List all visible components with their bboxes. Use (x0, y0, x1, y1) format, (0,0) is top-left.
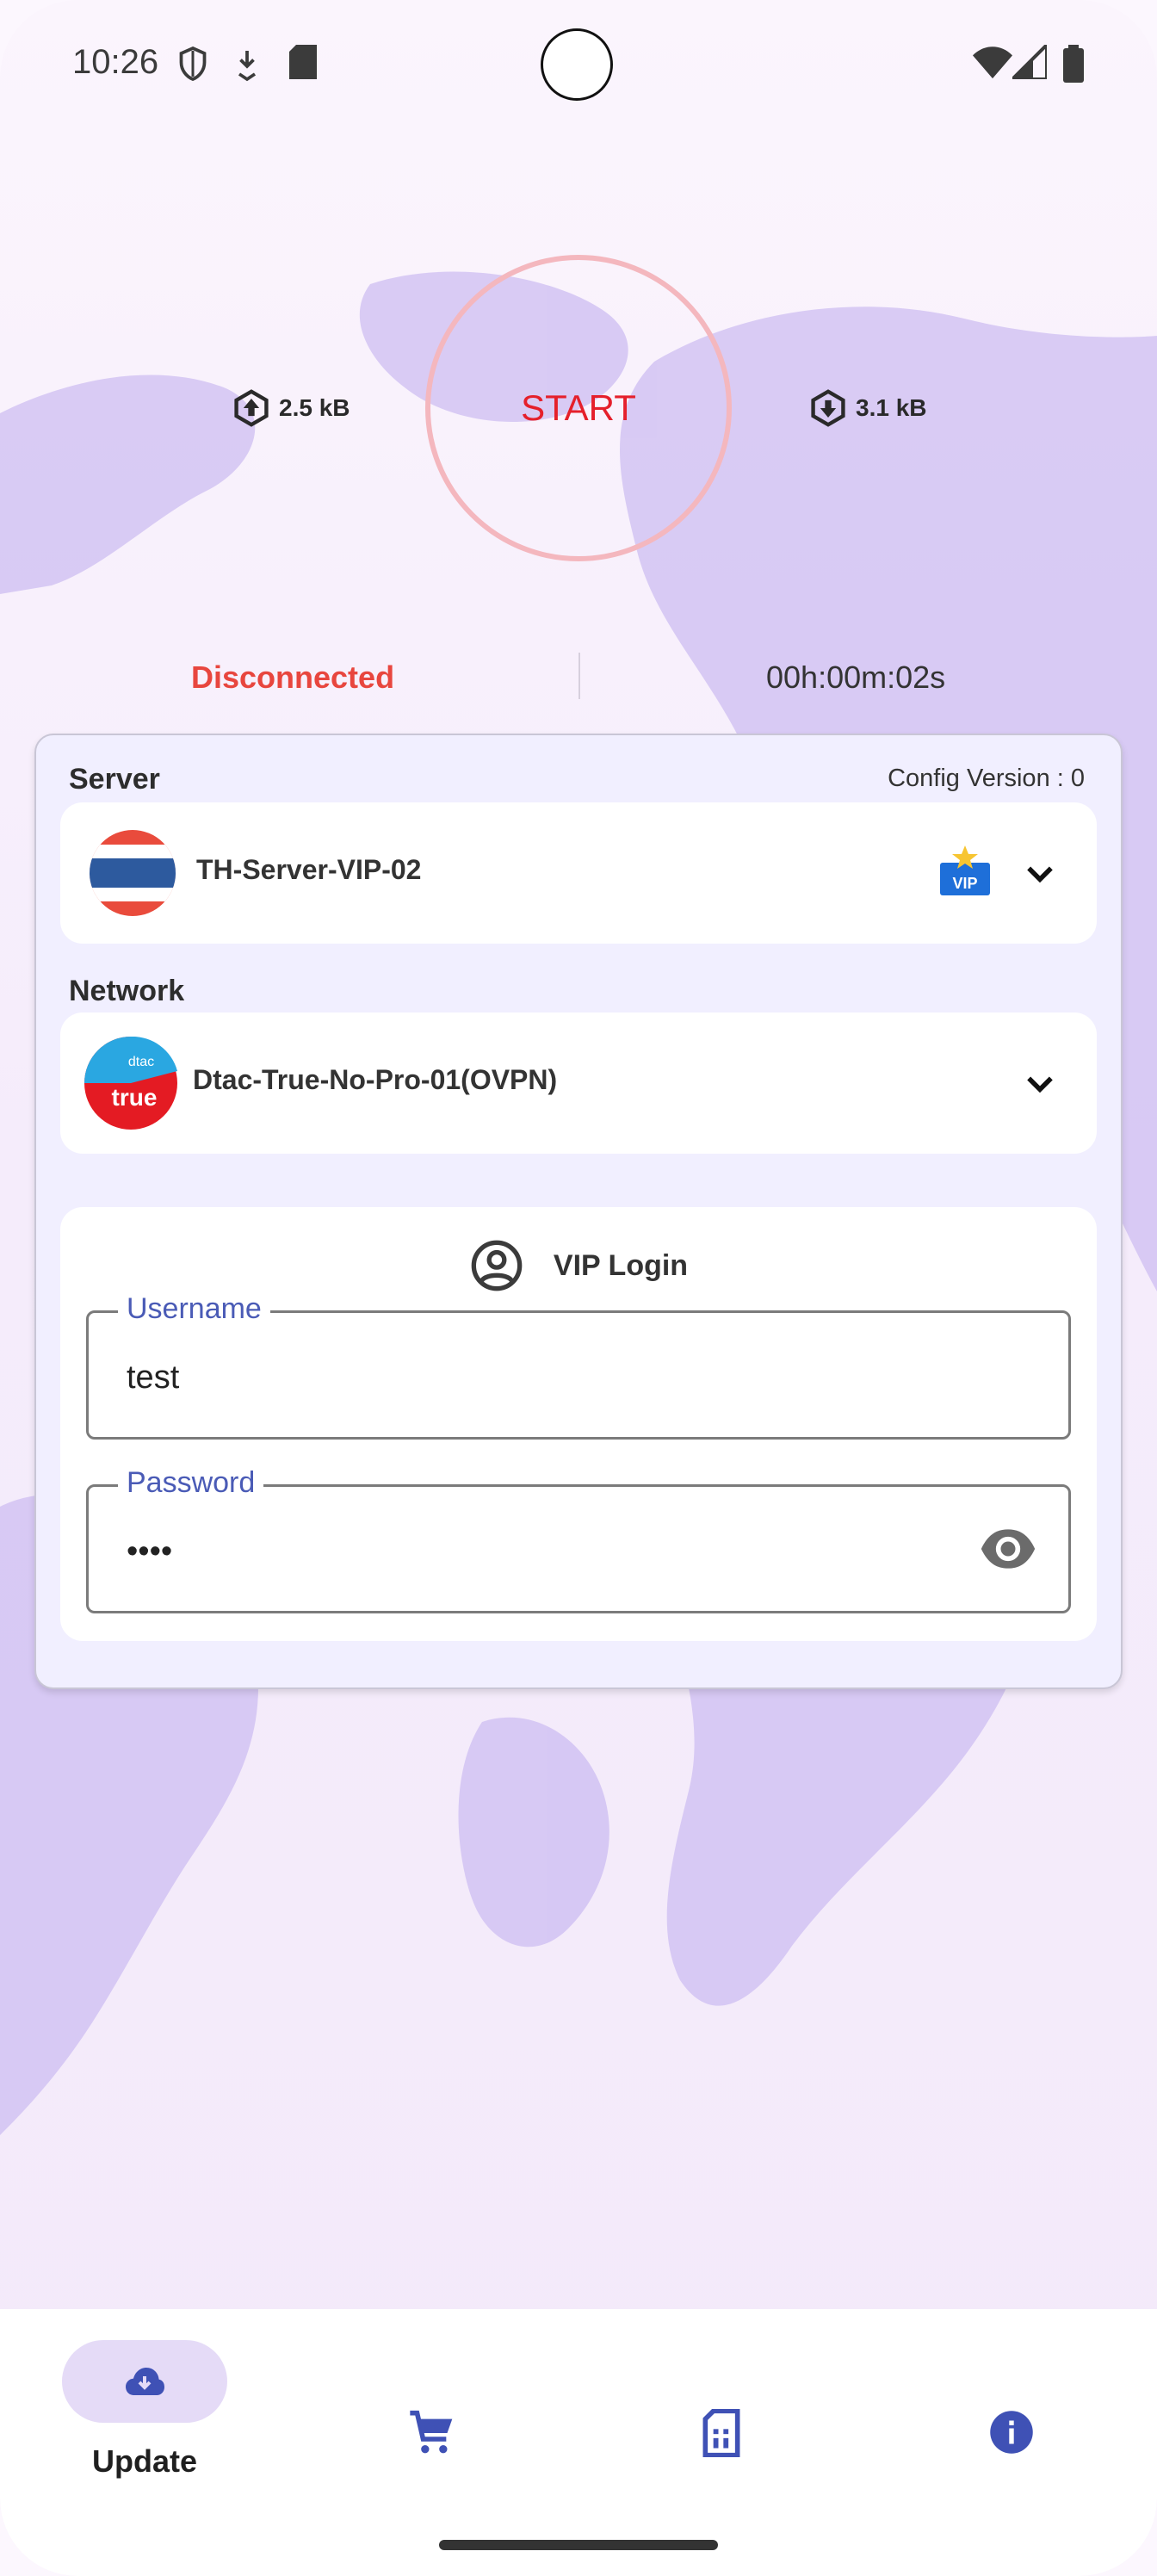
server-selector[interactable]: TH-Server-VIP-02 VIP (60, 802, 1097, 944)
upload-stat: 2.5 kB (232, 389, 350, 427)
dtac-logo-text: dtac (128, 1055, 154, 1069)
download-icon (811, 389, 845, 427)
network-selector[interactable]: dtac true Dtac-True-No-Pro-01(OVPN) (60, 1012, 1097, 1154)
home-indicator[interactable] (439, 2540, 718, 2550)
vip-login-title: VIP Login (553, 1248, 689, 1282)
start-label: START (521, 387, 636, 428)
true-logo-text: true (112, 1084, 158, 1111)
bottom-navigation: Update (0, 2309, 1157, 2576)
sd-card-icon (289, 45, 317, 79)
download-stat: 3.1 kB (809, 389, 927, 427)
network-chevron-down-icon[interactable] (1021, 1064, 1059, 1102)
app-screen: 10:26 2.5 kB START 3.1 kB Disconnected 0… (0, 0, 1157, 2576)
status-time: 10:26 (72, 43, 159, 81)
config-card: Server Config Version : 0 TH-Server-VIP-… (34, 734, 1123, 1689)
vip-login-header: VIP Login (60, 1238, 1097, 1293)
upload-value: 2.5 kB (279, 394, 350, 421)
vip-badge-text: VIP (952, 875, 977, 892)
visibility-eye-icon[interactable] (979, 1526, 1037, 1571)
battery-icon (1063, 45, 1084, 83)
wifi-icon (973, 46, 1012, 79)
nav-update-label: Update (91, 2443, 197, 2479)
server-name: TH-Server-VIP-02 (196, 854, 422, 885)
download-value: 3.1 kB (856, 394, 927, 421)
sim-card-icon[interactable] (699, 2409, 744, 2457)
nav-update-pill (62, 2340, 227, 2423)
connection-status-row: Disconnected 00h:00m:02s (0, 653, 1157, 704)
start-button[interactable]: START (425, 255, 732, 561)
password-value[interactable]: •••• (127, 1533, 172, 1570)
cell-signal-icon (1012, 45, 1047, 79)
thailand-flag-icon (90, 830, 176, 916)
config-version: Config Version : 0 (888, 765, 1085, 792)
front-camera (541, 28, 613, 101)
username-value[interactable]: test (127, 1359, 179, 1396)
cart-icon[interactable] (408, 2409, 456, 2457)
server-section-label: Server (69, 763, 160, 796)
network-name: Dtac-True-No-Pro-01(OVPN) (193, 1064, 558, 1095)
download-indicator-icon (238, 51, 257, 82)
vip-badge-icon: VIP (940, 845, 990, 895)
shield-icon (179, 46, 207, 82)
nav-item-update[interactable]: Update (0, 2309, 289, 2507)
password-label: Password (118, 1466, 264, 1500)
username-field[interactable]: Username test (86, 1292, 1071, 1440)
status-divider (578, 653, 580, 699)
dtac-true-logo: dtac true (84, 1037, 177, 1130)
info-icon[interactable] (988, 2409, 1035, 2455)
connection-timer: 00h:00m:02s (766, 659, 946, 695)
server-chevron-down-icon[interactable] (1021, 854, 1059, 892)
password-field[interactable]: Password •••• (86, 1466, 1071, 1613)
connection-state: Disconnected (191, 659, 395, 695)
account-circle-icon (471, 1240, 523, 1291)
vip-login-panel: VIP Login Username test Password •••• (60, 1207, 1097, 1641)
username-label: Username (118, 1292, 270, 1326)
upload-icon (234, 389, 269, 427)
cloud-download-icon (126, 2368, 164, 2395)
network-section-label: Network (69, 975, 185, 1007)
